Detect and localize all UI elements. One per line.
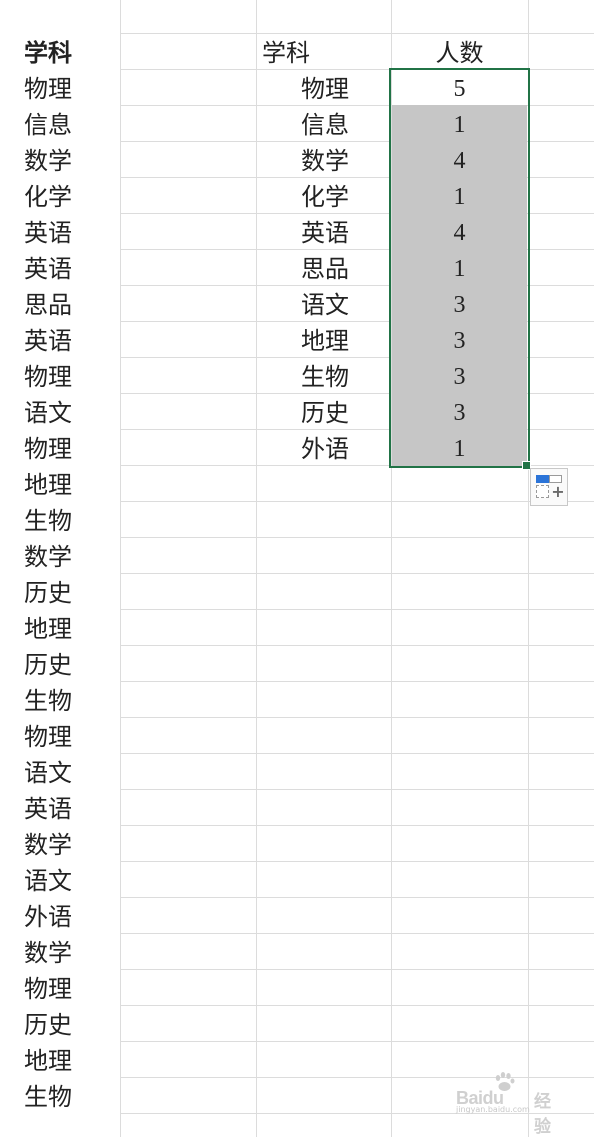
summary-subject-cell[interactable]: 历史	[257, 395, 349, 431]
summary-subject-cell[interactable]: 物理	[257, 71, 349, 107]
row-gridline	[120, 573, 594, 574]
row-gridline	[120, 825, 594, 826]
quick-analysis-blue-cell	[536, 475, 549, 483]
row-gridline	[120, 717, 594, 718]
summary-count-cell[interactable]: 3	[392, 359, 527, 395]
subject-list-cell[interactable]: 地理	[24, 611, 120, 647]
summary-count-cell[interactable]: 3	[392, 323, 527, 359]
subject-list-cell[interactable]: 外语	[24, 899, 120, 935]
subject-list-cell[interactable]: 生物	[24, 683, 120, 719]
summary-subject-header-cell[interactable]: 学科	[262, 35, 354, 71]
summary-count-cell[interactable]: 1	[392, 179, 527, 215]
summary-subject-cell[interactable]: 生物	[257, 359, 349, 395]
baidu-paw-logo	[495, 1072, 515, 1091]
row-gridline	[120, 969, 594, 970]
row-gridline	[120, 501, 594, 502]
summary-count-cell[interactable]: 5	[392, 71, 527, 107]
summary-count-header-cell[interactable]: 人数	[392, 35, 527, 71]
row-gridline	[120, 537, 594, 538]
watermark-brand-cn: 经验	[534, 1092, 551, 1137]
row-gridline	[120, 789, 594, 790]
row-gridline	[120, 609, 594, 610]
row-gridline	[120, 753, 594, 754]
summary-subject-cell[interactable]: 信息	[257, 107, 349, 143]
subject-list-cell[interactable]: 物理	[24, 359, 120, 395]
subject-list-cell[interactable]: 地理	[24, 1043, 120, 1079]
subject-list-cell[interactable]: 生物	[24, 1079, 120, 1115]
row-gridline	[120, 897, 594, 898]
row-gridline	[120, 33, 594, 34]
subject-list-cell[interactable]: 数学	[24, 143, 120, 179]
summary-subject-cell[interactable]: 英语	[257, 215, 349, 251]
summary-count-cell[interactable]: 3	[392, 287, 527, 323]
subject-list-cell[interactable]: 数学	[24, 935, 120, 971]
column-gridline	[528, 0, 529, 1137]
subject-list-cell[interactable]: 语文	[24, 863, 120, 899]
subject-list-cell[interactable]: 历史	[24, 575, 120, 611]
subject-list-cell[interactable]: 物理	[24, 431, 120, 467]
summary-count-cell[interactable]: 4	[392, 215, 527, 251]
quick-analysis-dashed-cell	[536, 485, 549, 498]
subject-list-cell[interactable]: 语文	[24, 755, 120, 791]
summary-subject-cell[interactable]: 思品	[257, 251, 349, 287]
subject-list-cell[interactable]: 思品	[24, 287, 120, 323]
row-gridline	[120, 681, 594, 682]
column-gridline	[120, 0, 121, 1137]
row-gridline	[120, 1077, 594, 1078]
summary-count-cell[interactable]: 3	[392, 395, 527, 431]
subject-list-cell[interactable]: 英语	[24, 791, 120, 827]
watermark-url: jingyan.baidu.com	[456, 1105, 530, 1114]
summary-count-cell[interactable]: 1	[392, 431, 527, 467]
summary-subject-cell[interactable]: 数学	[257, 143, 349, 179]
subject-list-cell[interactable]: 信息	[24, 107, 120, 143]
subject-list-cell[interactable]: 英语	[24, 215, 120, 251]
subject-list-cell[interactable]: 数学	[24, 827, 120, 863]
subject-list-cell[interactable]: 物理	[24, 71, 120, 107]
column-a-header-cell[interactable]: 学科	[24, 35, 120, 71]
subject-list-cell[interactable]: 地理	[24, 467, 120, 503]
row-gridline	[120, 645, 594, 646]
quick-analysis-icon[interactable]: +	[530, 468, 568, 506]
subject-list-cell[interactable]: 历史	[24, 647, 120, 683]
quick-analysis-plus-icon: +	[551, 482, 565, 501]
summary-count-cell[interactable]: 1	[392, 107, 527, 143]
row-gridline	[120, 1005, 594, 1006]
summary-subject-cell[interactable]: 地理	[257, 323, 349, 359]
subject-list-cell[interactable]: 英语	[24, 323, 120, 359]
row-gridline	[120, 861, 594, 862]
row-gridline	[120, 933, 594, 934]
subject-list-cell[interactable]: 语文	[24, 395, 120, 431]
summary-count-cell[interactable]: 1	[392, 251, 527, 287]
summary-subject-cell[interactable]: 化学	[257, 179, 349, 215]
subject-list-cell[interactable]: 英语	[24, 251, 120, 287]
subject-list-cell[interactable]: 生物	[24, 503, 120, 539]
row-gridline	[120, 1113, 594, 1114]
row-gridline	[120, 1041, 594, 1042]
summary-count-cell[interactable]: 4	[392, 143, 527, 179]
subject-list-cell[interactable]: 物理	[24, 971, 120, 1007]
subject-list-cell[interactable]: 物理	[24, 719, 120, 755]
summary-subject-cell[interactable]: 外语	[257, 431, 349, 467]
subject-list-cell[interactable]: 历史	[24, 1007, 120, 1043]
subject-list-cell[interactable]: 化学	[24, 179, 120, 215]
watermark-brand: Baidu	[456, 1088, 504, 1108]
spreadsheet-grid[interactable]: 学科 物理 信息 数学 化学 英语 英语 思品 英语 物理 语文 物理 地理 生物 数学 历史 地理 历史 生物 物理…	[0, 0, 594, 1137]
subject-list-cell[interactable]: 数学	[24, 539, 120, 575]
baidu-watermark: Baidu 经验 jingyan.baidu.com	[456, 1072, 566, 1137]
summary-subject-cell[interactable]: 语文	[257, 287, 349, 323]
